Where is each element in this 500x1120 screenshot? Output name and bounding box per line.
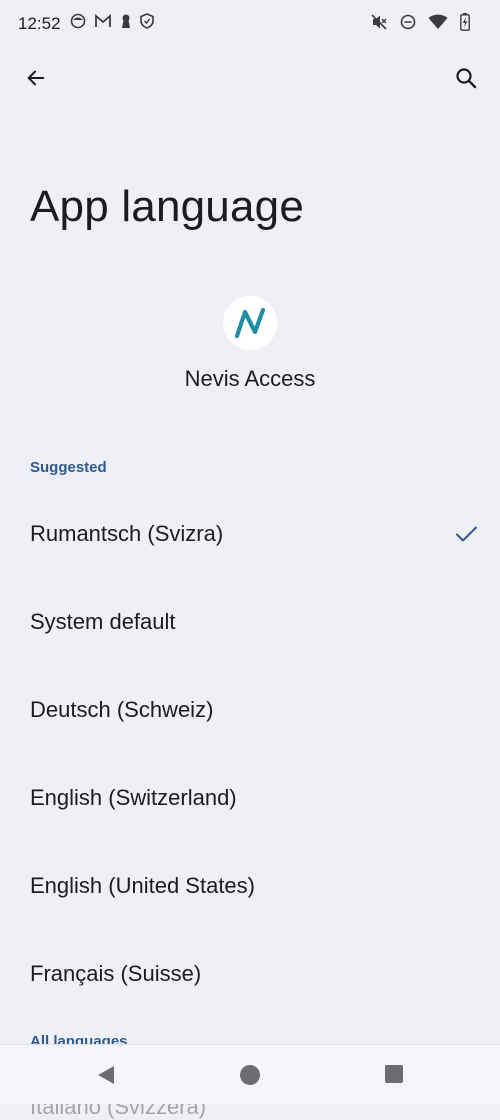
toolbar: [0, 56, 500, 104]
battery-icon: [460, 13, 470, 31]
section-header-suggested: Suggested: [30, 459, 107, 476]
nav-home-icon[interactable]: [240, 1065, 260, 1085]
language-item-system-default[interactable]: System default: [0, 578, 500, 666]
language-item-english-us[interactable]: English (United States): [0, 842, 500, 930]
nevis-logo-icon: [234, 307, 266, 339]
wifi-icon: [428, 14, 448, 30]
language-label: Deutsch (Schweiz): [30, 697, 214, 722]
status-bar: 12:52: [0, 0, 500, 48]
status-icons-right: [370, 13, 470, 31]
status-icons-left: [70, 13, 154, 29]
language-label: System default: [30, 609, 176, 634]
language-label: English (United States): [30, 873, 255, 898]
language-item-rumantsch[interactable]: Rumantsch (Svizra): [0, 490, 500, 578]
app-name: Nevis Access: [184, 366, 316, 391]
language-label: English (Switzerland): [30, 785, 237, 810]
language-list: Rumantsch (Svizra) System default Deutsc…: [0, 490, 500, 1018]
shield-icon: [140, 13, 154, 29]
back-button[interactable]: [14, 56, 58, 104]
language-label: Français (Suisse): [30, 961, 202, 986]
page-title: App language: [30, 182, 304, 231]
vibrate-off-icon: [370, 14, 388, 30]
language-label: Rumantsch (Svizra): [30, 521, 224, 546]
nav-recents-icon[interactable]: [385, 1065, 403, 1083]
nav-back-icon[interactable]: [96, 1065, 116, 1090]
gmail-icon: [94, 13, 112, 29]
navigation-bar: [0, 1044, 500, 1104]
language-item-deutsch-schweiz[interactable]: Deutsch (Schweiz): [0, 666, 500, 754]
check-icon: [454, 522, 478, 551]
language-item-francais-suisse[interactable]: Français (Suisse): [0, 930, 500, 1018]
keyhole-icon: [120, 13, 132, 29]
app-logo: [223, 296, 277, 350]
face-icon: [70, 13, 86, 29]
language-item-english-switzerland[interactable]: English (Switzerland): [0, 754, 500, 842]
do-not-disturb-icon: [400, 14, 416, 30]
search-button[interactable]: [444, 56, 488, 104]
search-icon: [454, 66, 478, 95]
status-time: 12:52: [18, 14, 61, 33]
arrow-back-icon: [25, 67, 47, 94]
